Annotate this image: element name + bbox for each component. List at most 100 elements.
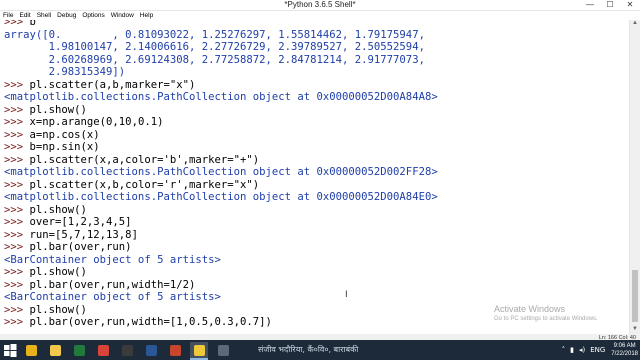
scroll-thumb[interactable] — [632, 270, 638, 322]
menu-bar: File Edit Shell Debug Options Window Hel… — [0, 11, 640, 20]
clock-date: 7/22/2018 — [611, 351, 638, 357]
powerpoint-icon-glyph — [169, 344, 181, 356]
scroll-up-arrow-icon[interactable]: ▲ — [630, 20, 640, 28]
python-icon-glyph — [193, 344, 205, 356]
shell-prompt: >>> — [4, 128, 30, 141]
network-icon[interactable]: ▮ — [570, 346, 574, 354]
shell-input-line: >>> pl.show() — [4, 304, 87, 316]
start-button[interactable] — [2, 342, 18, 358]
menu-file[interactable]: File — [0, 11, 16, 20]
shell-text-area[interactable]: >>> b array([0. , 0.81093022, 1.25276297,… — [0, 20, 628, 334]
watermark-subtitle: Go to PC settings to activate Windows. — [494, 316, 598, 322]
volume-icon[interactable]: ◂) — [579, 346, 585, 354]
window-title: *Python 3.6.5 Shell* — [284, 0, 356, 9]
word-icon[interactable] — [142, 342, 160, 358]
shell-input-line: >>> a=np.cos(x) — [4, 129, 100, 141]
shell-prompt: >>> — [4, 316, 30, 328]
shell-input-line: >>> run=[5,7,12,13,8] — [4, 229, 138, 241]
word-icon-glyph — [145, 344, 157, 356]
vertical-scrollbar[interactable]: ▲ ▼ — [629, 20, 640, 334]
app-icon[interactable] — [214, 342, 232, 358]
shell-output-line: array([0. , 0.81093022, 1.25276297, 1.55… — [4, 28, 425, 41]
shell-code: pl.bar(over,run) — [29, 241, 132, 253]
shell-prompt: >>> — [4, 141, 30, 153]
shell-prompt: >>> — [4, 78, 30, 91]
shell-code: pl.show() — [29, 303, 87, 316]
shell-prompt: >>> — [4, 103, 30, 116]
shell-output-line: <BarContainer object of 5 artists> — [4, 253, 221, 266]
shell-input-line: >>> x=np.arange(0,10,0.1) — [4, 116, 163, 128]
shell-code: b=np.sin(x) — [29, 141, 100, 153]
excel-icon[interactable] — [70, 342, 88, 358]
shell-input-line: >>> over=[1,2,3,4,5] — [4, 216, 132, 228]
shell-code: pl.show() — [29, 266, 87, 278]
language-indicator[interactable]: ENG — [590, 346, 605, 354]
chevron-up-icon[interactable]: ˄ — [562, 346, 566, 354]
shell-code: b — [29, 20, 36, 28]
taskbar-label: संजीव भदौरिया, कैं०वि०, बाराबंकी — [258, 345, 359, 354]
shell-prompt: >>> — [4, 278, 30, 291]
powerpoint-icon[interactable] — [166, 342, 184, 358]
shell-code: pl.scatter(x,a,color='b',marker="+") — [29, 153, 260, 166]
menu-help[interactable]: Help — [137, 11, 156, 20]
chrome-icon-glyph — [97, 344, 109, 356]
clock-time: 9:06 AM — [613, 343, 636, 349]
menu-debug[interactable]: Debug — [54, 11, 79, 20]
shell-input-line: >>> pl.scatter(a,b,marker="x") — [4, 79, 195, 91]
chrome-icon[interactable] — [22, 342, 40, 358]
menu-window[interactable]: Window — [108, 11, 137, 20]
shell-code: pl.scatter(a,b,marker="x") — [29, 78, 196, 91]
activate-windows-watermark: Activate Windows Go to PC settings to ac… — [494, 304, 598, 323]
menu-shell[interactable]: Shell — [34, 11, 54, 20]
shell-input-line: >>> pl.bar(over,run,width=[1,0.5,0.3,0.7… — [4, 316, 272, 328]
shell-input-line: >>> pl.bar(over,run) — [4, 241, 132, 253]
excel-icon-glyph — [73, 344, 85, 356]
system-tray: ˄ ▮ ◂) ENG 9:06 AM 7/22/2018 — [557, 340, 638, 360]
text-cursor-icon: I — [345, 290, 348, 300]
shell-input-line: >>> pl.scatter(x,b,color='r',marker="x") — [4, 179, 259, 191]
shell-input-line: >>> pl.scatter(x,a,color='b',marker="+") — [4, 154, 259, 166]
app-icon-glyph — [217, 344, 229, 356]
menu-options[interactable]: Options — [79, 11, 107, 20]
clock[interactable]: 9:06 AM 7/22/2018 — [611, 342, 638, 358]
close-button[interactable]: ✕ — [620, 0, 640, 10]
shell-input-line: >>> b=np.sin(x) — [4, 141, 100, 153]
scroll-down-arrow-icon[interactable]: ▼ — [630, 326, 640, 334]
taskbar: संजीव भदौरिया, कैं०वि०, बाराबंकी ˄ ▮ ◂) … — [0, 340, 640, 360]
shell-output-line: <matplotlib.collections.PathCollection o… — [4, 191, 438, 203]
shell-prompt: >>> — [4, 303, 30, 316]
windows-logo-icon — [4, 344, 17, 357]
file-explorer-icon[interactable] — [46, 342, 64, 358]
shell-input-line: >>> pl.show() — [4, 104, 87, 116]
shell-code: pl.show() — [29, 203, 87, 216]
file-explorer-icon-glyph — [49, 344, 61, 356]
shell-prompt: >>> — [4, 153, 30, 166]
shell-code: pl.show() — [29, 103, 87, 116]
shell-prompt: >>> — [4, 266, 30, 278]
shell-prompt: >>> — [4, 216, 30, 228]
shell-prompt: >>> — [4, 178, 30, 191]
shell-output-line: <BarContainer object of 5 artists> — [4, 291, 221, 303]
title-bar: *Python 3.6.5 Shell* — ☐ ✕ — [0, 0, 640, 11]
media-player-icon-glyph — [121, 344, 133, 356]
python-icon[interactable] — [190, 342, 208, 360]
shell-code: run=[5,7,12,13,8] — [29, 228, 138, 241]
shell-prompt: >>> — [4, 203, 30, 216]
maximize-button[interactable]: ☐ — [600, 0, 620, 10]
minimize-button[interactable]: — — [580, 0, 600, 10]
shell-prompt: >>> — [4, 20, 30, 28]
media-player-icon[interactable] — [118, 342, 136, 358]
shell-output-line: <matplotlib.collections.PathCollection o… — [4, 166, 438, 178]
shell-output-line: 2.98315349]) — [4, 66, 126, 78]
menu-edit[interactable]: Edit — [16, 11, 33, 20]
shell-prompt: >>> — [4, 241, 30, 253]
shell-prompt: >>> — [4, 116, 30, 128]
shell-input-line: >>> pl.show() — [4, 204, 87, 216]
shell-code: a=np.cos(x) — [29, 128, 100, 141]
shell-code: pl.bar(over,run,width=[1,0.5,0.3,0.7]) — [29, 316, 272, 328]
shell-code: x=np.arange(0,10,0.1) — [29, 116, 164, 128]
watermark-title: Activate Windows — [494, 304, 566, 314]
chrome-icon[interactable] — [94, 342, 112, 358]
shell-prompt: >>> — [4, 228, 30, 241]
shell-output-line: 1.98100147, 2.14006616, 2.27726729, 2.39… — [4, 41, 425, 53]
